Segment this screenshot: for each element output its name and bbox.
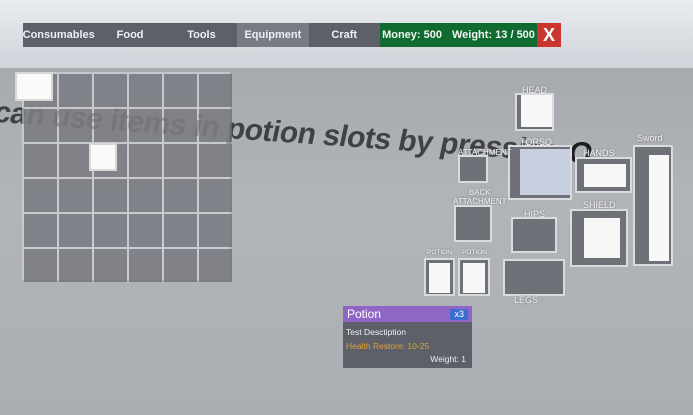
inventory-cell[interactable] — [94, 179, 127, 212]
slot-head[interactable] — [515, 93, 554, 131]
label-potion-1: POTION — [427, 249, 452, 256]
money-text: Money: 500 — [382, 29, 442, 41]
slot-item — [521, 95, 552, 127]
inventory-cell[interactable] — [94, 74, 127, 107]
inventory-cell[interactable] — [164, 249, 197, 282]
slot-back-attachment[interactable] — [454, 205, 492, 242]
inventory-cell[interactable] — [94, 249, 127, 282]
inventory-cell[interactable] — [24, 249, 57, 282]
slot-shield[interactable] — [570, 209, 628, 267]
slot-item — [584, 164, 626, 187]
item-tooltip: Potion x3 Test Desctiption Health Restor… — [343, 306, 472, 368]
tab-tools[interactable]: Tools — [166, 23, 237, 47]
inventory-cell[interactable] — [164, 214, 197, 247]
inventory-cell[interactable] — [164, 179, 197, 212]
close-button[interactable]: X — [537, 23, 561, 47]
money-weight-panel: Money: 500 Weight: 13 / 500 — [380, 23, 537, 47]
inventory-grid — [22, 72, 232, 282]
inventory-cell[interactable] — [164, 144, 197, 177]
inventory-cell[interactable] — [24, 109, 57, 142]
category-tabs: Consumables Food Tools Equipment Craft — [23, 23, 380, 47]
weight-text: Weight: 13 / 500 — [451, 29, 535, 41]
slot-item — [463, 263, 485, 293]
tooltip-weight: Weight: 1 — [430, 354, 466, 364]
inventory-cell[interactable] — [59, 74, 92, 107]
inventory-item[interactable] — [89, 143, 117, 171]
slot-shoulder-attachment[interactable] — [458, 155, 488, 183]
inventory-cell[interactable] — [94, 214, 127, 247]
inventory-cell[interactable] — [24, 214, 57, 247]
inventory-cell[interactable] — [129, 179, 162, 212]
inventory-cell[interactable] — [199, 109, 232, 142]
tooltip-title: Potion — [347, 307, 382, 321]
inventory-cell[interactable] — [59, 179, 92, 212]
inventory-cell[interactable] — [199, 179, 232, 212]
slot-hips[interactable] — [511, 217, 557, 253]
inventory-cell[interactable] — [94, 109, 127, 142]
inventory-cell[interactable] — [59, 144, 92, 177]
slot-item — [520, 149, 570, 195]
tooltip-description: Test Desctiption — [346, 327, 406, 337]
tab-food[interactable]: Food — [94, 23, 165, 47]
inventory-cell[interactable] — [24, 179, 57, 212]
inventory-cell[interactable] — [199, 144, 232, 177]
label-sword: Sword — [637, 133, 663, 143]
inventory-cell[interactable] — [164, 74, 197, 107]
slot-item — [429, 263, 450, 293]
tab-equipment[interactable]: Equipment — [237, 23, 309, 47]
inventory-cell[interactable] — [59, 109, 92, 142]
label-legs: LEGS — [514, 295, 539, 305]
tooltip-header: Potion x3 — [343, 306, 472, 322]
inventory-cell[interactable] — [59, 249, 92, 282]
tab-craft[interactable]: Craft — [309, 23, 380, 47]
tab-consumables[interactable]: Consumables — [23, 23, 95, 47]
inventory-cell[interactable] — [164, 109, 197, 142]
slot-sword[interactable] — [633, 145, 673, 266]
inventory-cell[interactable] — [199, 74, 232, 107]
label-potion-2: POTION — [462, 249, 487, 256]
slot-torso[interactable] — [508, 145, 572, 200]
inventory-cell[interactable] — [129, 249, 162, 282]
inventory-cell[interactable] — [199, 249, 232, 282]
inventory-cell[interactable] — [59, 214, 92, 247]
slot-potion-2[interactable] — [458, 258, 490, 296]
label-back-attachment: BACK ATTACHMENT — [453, 188, 507, 206]
slot-potion-1[interactable] — [424, 258, 455, 296]
slot-hands[interactable] — [575, 157, 632, 193]
tooltip-count-badge: x3 — [450, 308, 468, 320]
slot-item — [584, 218, 620, 258]
inventory-cell[interactable] — [129, 144, 162, 177]
inventory-cell[interactable] — [24, 144, 57, 177]
inventory-item[interactable] — [15, 72, 53, 101]
inventory-cell[interactable] — [129, 109, 162, 142]
inventory-cell[interactable] — [129, 74, 162, 107]
inventory-cell[interactable] — [199, 214, 232, 247]
tooltip-effect: Health Restore: 10-25 — [346, 341, 430, 351]
slot-legs[interactable] — [503, 259, 565, 296]
inventory-cell[interactable] — [129, 214, 162, 247]
slot-item — [649, 155, 669, 261]
